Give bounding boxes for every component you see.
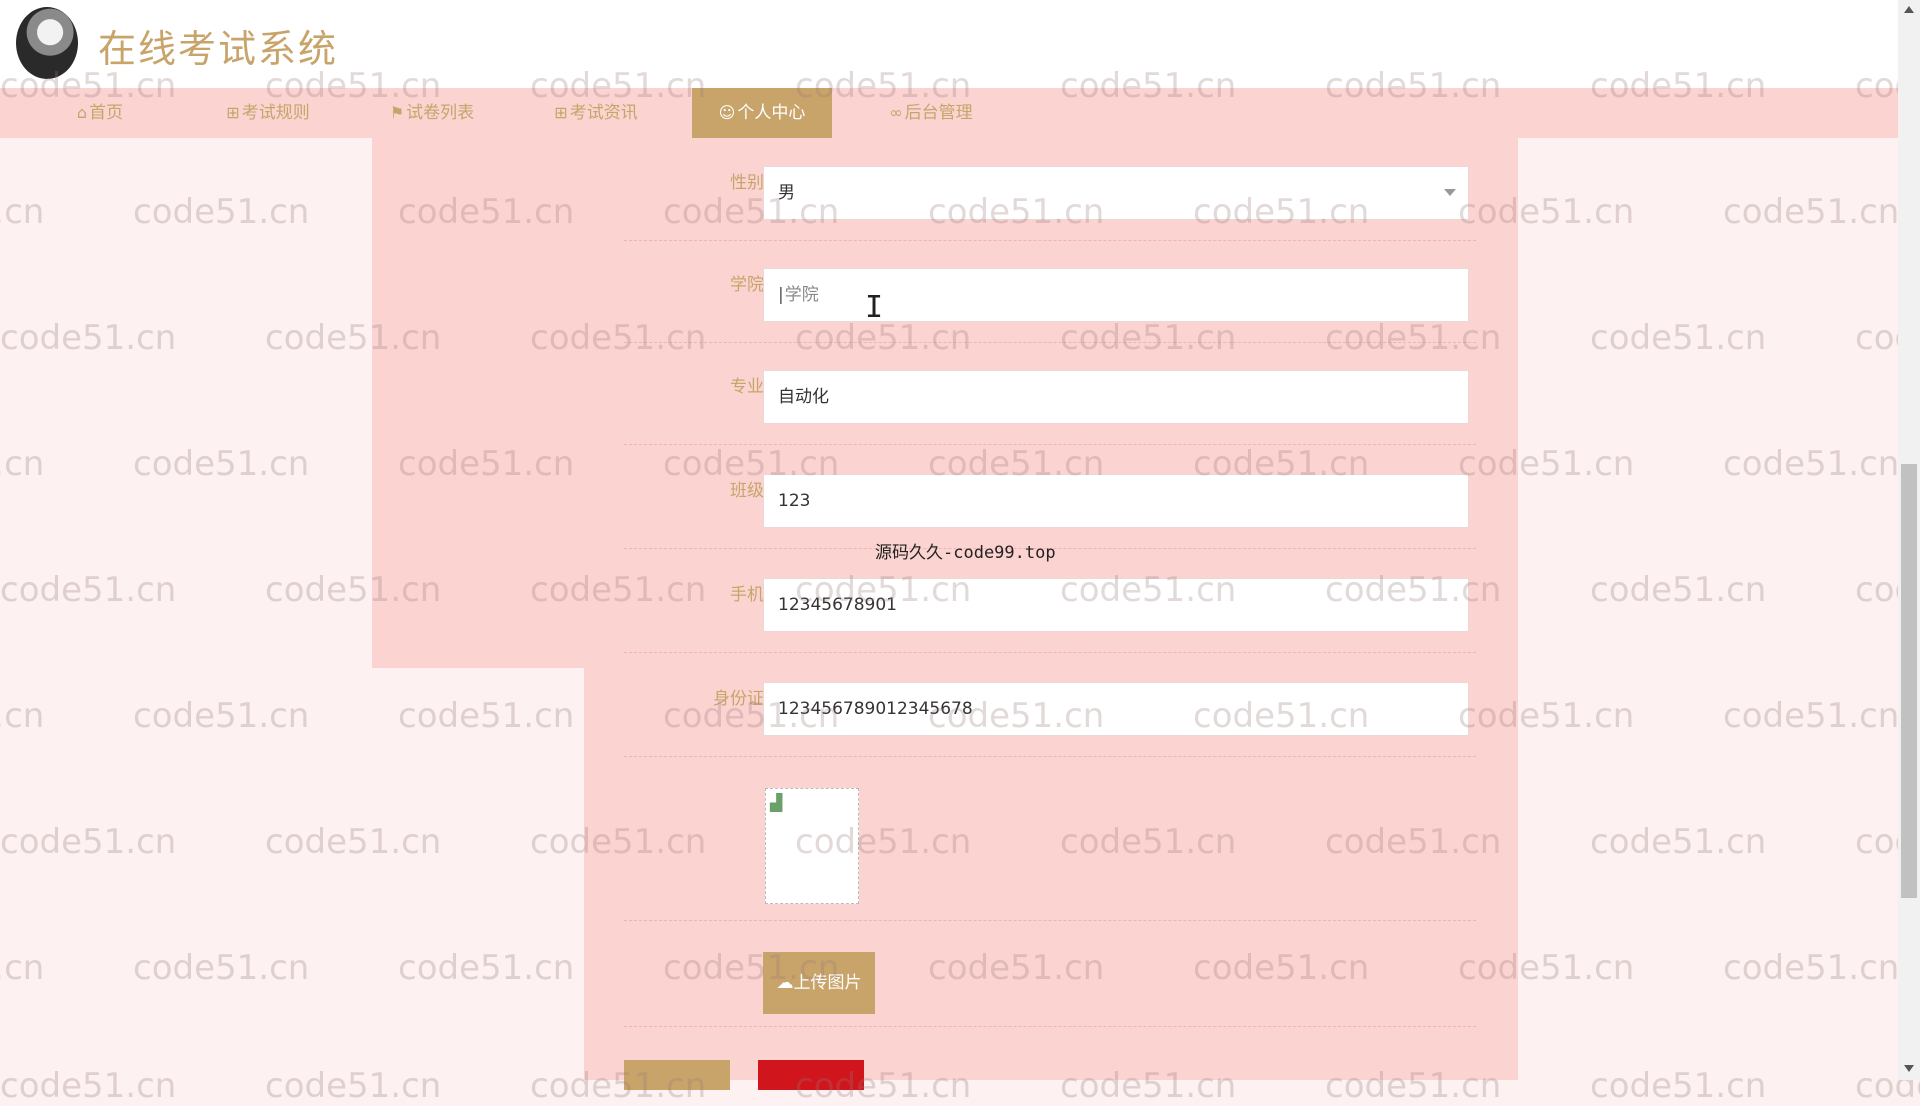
college-label: 学院	[730, 275, 764, 295]
phone-row: 手机 12345678901	[624, 550, 1476, 653]
site-title: 在线考试系统	[98, 27, 339, 71]
chevron-down-icon	[1444, 189, 1456, 196]
nav-item-exam-rules[interactable]: ⊞ 考试规则	[222, 88, 314, 138]
watermark-text: code51.cn	[133, 948, 310, 988]
watermark-text: code51.cn	[1590, 1066, 1767, 1106]
nav-item-paper-list[interactable]: ⚑ 试卷列表	[384, 88, 480, 138]
watermark-text: code51.cn	[133, 444, 310, 484]
watermark-text: code51.cn	[0, 822, 177, 862]
watermark-text: code51.cn	[1723, 948, 1900, 988]
phone-input[interactable]: 12345678901	[763, 578, 1469, 632]
home-icon: ⌂	[76, 103, 88, 122]
center-watermark: 源码久久-code99.top	[875, 543, 1056, 563]
main-nav: ⌂ 首页 ⊞ 考试规则 ⚑ 试卷列表 ⊞ 考试资讯 ☺ 个人中心 ∞ 后台管理	[0, 88, 1898, 138]
nav-item-exam-news[interactable]: ⊞ 考试资讯	[548, 88, 644, 138]
upload-row: ☁上传图片	[624, 922, 1476, 1027]
scroll-up-arrow-icon[interactable]	[1904, 6, 1914, 13]
nav-label: 考试规则	[241, 103, 310, 123]
major-input[interactable]: 自动化	[763, 370, 1469, 424]
mouse-ibeam-cursor: I	[865, 290, 884, 325]
college-row: 学院 |学院	[624, 240, 1476, 343]
header: 在线考试系统	[0, 0, 1898, 88]
gender-value: 男	[778, 183, 795, 203]
vertical-scrollbar[interactable]	[1898, 0, 1920, 1080]
news-icon: ⊞	[554, 103, 568, 122]
nav-label: 个人中心	[737, 103, 806, 123]
watermark-text: code51.cn	[0, 570, 177, 610]
flag-icon: ⚑	[389, 103, 405, 122]
watermark-text: code51.cn	[398, 948, 575, 988]
watermark-text: code51.cn	[1723, 192, 1900, 232]
side-panel	[372, 138, 584, 668]
submit-button[interactable]	[624, 1060, 730, 1090]
upload-image-button[interactable]: ☁上传图片	[763, 952, 875, 1014]
user-icon: ☺	[718, 103, 736, 122]
watermark-text: code51.cn	[1723, 444, 1900, 484]
watermark-text: code51.cn	[0, 318, 177, 358]
watermark-text: code51.cn	[265, 822, 442, 862]
gender-select[interactable]: 男	[763, 166, 1469, 220]
watermark-text: code51.cn	[1590, 318, 1767, 358]
text-caret: |	[778, 285, 784, 305]
watermark-text: code51.cn	[1590, 570, 1767, 610]
rules-icon: ⊞	[226, 103, 240, 122]
site-logo	[16, 7, 78, 79]
gender-label: 性别	[730, 173, 764, 193]
idcard-label: 身份证	[713, 689, 764, 709]
nav-label: 考试资讯	[569, 103, 638, 123]
watermark-text: code51.cn	[398, 696, 575, 736]
scrollbar-thumb[interactable]	[1901, 464, 1917, 898]
avatar-row: ▟	[624, 762, 1476, 921]
class-input[interactable]: 123	[763, 474, 1469, 528]
link-icon: ∞	[889, 103, 903, 122]
major-row: 专业 自动化	[624, 342, 1476, 445]
reset-button[interactable]	[758, 1060, 864, 1090]
watermark-text: code51.cn	[133, 192, 310, 232]
idcard-input[interactable]: 123456789012345678	[763, 682, 1469, 736]
college-placeholder: 学院	[784, 285, 819, 305]
idcard-row: 身份证 123456789012345678	[624, 654, 1476, 757]
nav-label: 后台管理	[904, 103, 973, 123]
nav-item-admin[interactable]: ∞ 后台管理	[884, 88, 978, 138]
major-label: 专业	[730, 377, 764, 397]
phone-label: 手机	[730, 585, 764, 605]
watermark-text: code51.cn	[0, 948, 45, 988]
gender-row: 性别 男	[624, 138, 1476, 241]
nav-item-personal-center[interactable]: ☺ 个人中心	[692, 88, 832, 138]
nav-item-home[interactable]: ⌂ 首页	[62, 88, 138, 138]
class-row: 班级 123	[624, 446, 1476, 549]
upload-button-label: 上传图片	[793, 973, 862, 993]
broken-image-icon: ▟	[770, 793, 783, 812]
watermark-text: code51.cn	[0, 192, 45, 232]
avatar-image: ▟	[765, 788, 859, 904]
class-label: 班级	[730, 481, 764, 501]
nav-label: 试卷列表	[406, 103, 475, 123]
watermark-text: code51.cn	[1590, 822, 1767, 862]
watermark-text: code51.cn	[0, 1066, 177, 1106]
watermark-text: code51.cn	[265, 1066, 442, 1106]
cloud-upload-icon: ☁	[776, 973, 794, 993]
watermark-text: code51.cn	[0, 444, 45, 484]
watermark-text: code51.cn	[1723, 696, 1900, 736]
watermark-text: code51.cn	[133, 696, 310, 736]
nav-label: 首页	[89, 103, 124, 123]
scroll-down-arrow-icon[interactable]	[1904, 1065, 1914, 1072]
watermark-text: code51.cn	[0, 696, 45, 736]
